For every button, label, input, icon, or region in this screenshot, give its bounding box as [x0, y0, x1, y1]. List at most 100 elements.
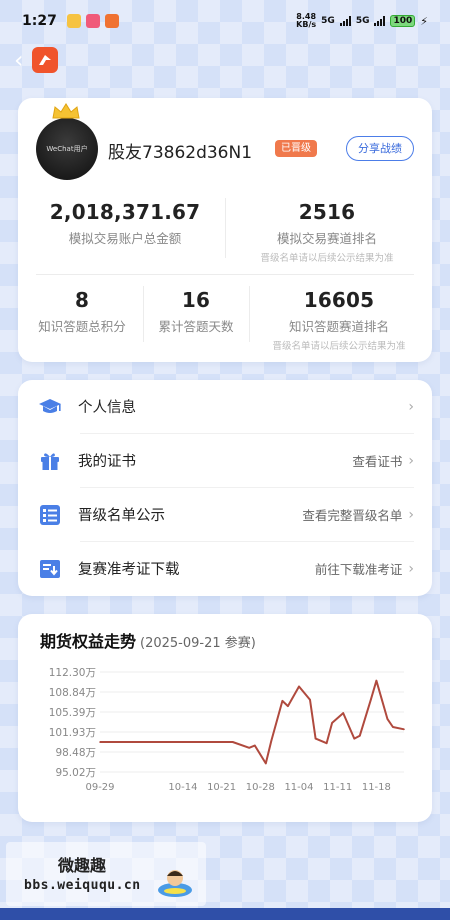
menu-item-label: 晋级名单公示	[78, 508, 165, 524]
menu-item-action: 前往下载准考证	[314, 562, 403, 577]
series-line	[100, 679, 405, 765]
chevron-right-icon: ›	[408, 398, 414, 415]
data-point	[375, 679, 378, 682]
system-status: 8.48 KB/s 5G 5G 100 ⚡	[296, 13, 428, 29]
trading-rank-note: 晋级名单请以后续公示结果为准	[260, 253, 394, 264]
list-icon	[38, 503, 62, 527]
data-point	[353, 737, 356, 740]
watermark-title: 微趣趣	[58, 856, 107, 875]
data-point	[132, 741, 134, 743]
total-assets-stat: 2,018,371.67 模拟交易账户总金额	[28, 200, 222, 247]
network-speed: 8.48 KB/s	[296, 13, 316, 29]
quiz-days-value: 16	[181, 288, 211, 312]
data-point	[231, 741, 234, 743]
x-tick-label: 11-04	[284, 782, 313, 793]
y-tick-label: 112.30万	[49, 667, 96, 679]
quiz-rank-note: 晋级名单请以后续公示结果为准	[272, 341, 406, 352]
quiz-days-stat: 16 累计答题天数	[144, 288, 248, 335]
y-tick-label: 101.93万	[49, 727, 96, 739]
data-point	[386, 718, 389, 720]
download-icon	[38, 557, 62, 581]
notification-icons	[66, 14, 119, 28]
menu-card: 个人信息 › 我的证书 查看证书 › 晋级名单公示 查看完整晋级名单 › 复赛准…	[18, 380, 432, 596]
menu-item-certificate[interactable]: 我的证书 查看证书 ›	[18, 434, 432, 487]
equity-chart-card: 期货权益走势 (2025-09-21 参赛) 112.30万 108.84万 105.…	[18, 614, 432, 822]
data-point	[392, 726, 394, 728]
trading-rank-stat: 2516 模拟交易赛道排名 晋级名单请以后续公示结果为准	[228, 200, 426, 264]
crown-icon	[52, 103, 80, 119]
data-point	[165, 741, 168, 743]
menu-item-admission-download[interactable]: 复赛准考证下载 前往下载准考证 ›	[18, 542, 432, 595]
menu-item-promotion-list[interactable]: 晋级名单公示 查看完整晋级名单 ›	[18, 488, 432, 541]
divider	[249, 286, 250, 342]
menu-item-action: 查看证书	[352, 454, 403, 469]
data-point	[115, 741, 118, 743]
divider	[225, 198, 226, 258]
quiz-points-label: 知识答题总积分	[38, 319, 126, 334]
status-bar: 1:27 8.48 KB/s 5G 5G 100 ⚡	[0, 0, 450, 42]
data-point	[215, 741, 217, 743]
data-point	[148, 741, 151, 743]
data-point	[248, 747, 251, 749]
data-point	[403, 728, 405, 731]
divider	[36, 274, 414, 275]
data-point	[287, 705, 289, 707]
profile-card: WeChat用户 股友73862d36N1 已晋级 分享战绩 2,018,371…	[18, 98, 432, 362]
y-tick-label: 95.02万	[55, 767, 96, 779]
total-assets-value: 2,018,371.67	[49, 200, 201, 224]
avatar-wrap: WeChat用户	[36, 103, 98, 180]
chart-subtitle: (2025-09-21 参赛)	[140, 636, 256, 651]
bottom-bar	[0, 908, 450, 920]
mascot-icon	[158, 870, 192, 897]
total-assets-label: 模拟交易账户总金额	[68, 231, 182, 246]
data-point	[309, 698, 311, 701]
username: 股友73862d36N1	[108, 143, 253, 163]
back-icon[interactable]: ‹	[14, 46, 24, 74]
network-speed-unit: KB/s	[296, 20, 317, 29]
equity-chart: 112.30万 108.84万 105.39万 101.93万 98.48万 95.02万…	[49, 667, 405, 793]
quiz-points-stat: 8 知识答题总积分	[28, 288, 136, 335]
trading-rank-value: 2516	[298, 200, 356, 224]
watermark-url: bbs.weiququ.cn	[24, 878, 141, 893]
data-point	[198, 741, 201, 743]
x-tick-label: 10-28	[246, 782, 275, 793]
quiz-rank-label: 知识答题赛道排名	[288, 319, 389, 334]
menu-item-label: 个人信息	[78, 400, 136, 416]
signal-icon	[374, 16, 386, 26]
data-point	[99, 741, 101, 743]
data-point	[253, 744, 256, 747]
x-tick-label: 11-18	[362, 782, 391, 793]
chevron-right-icon: ›	[408, 560, 414, 577]
y-tick-label: 105.39万	[49, 707, 96, 719]
data-point	[325, 742, 328, 744]
avatar-text: WeChat用户	[46, 145, 88, 153]
menu-item-action: 查看完整晋级名单	[302, 508, 403, 523]
data-point	[182, 741, 184, 743]
top-nav: ‹	[14, 46, 58, 74]
chart-title: 期货权益走势 (2025-09-21 参赛)	[40, 628, 256, 652]
notes-app-icon	[66, 14, 81, 28]
avatar[interactable]: WeChat用户	[36, 118, 98, 180]
data-point	[270, 740, 273, 742]
signal-icon	[339, 16, 351, 26]
menu-item-personal-info[interactable]: 个人信息 ›	[18, 380, 432, 433]
chart-title-text: 期货权益走势	[40, 632, 137, 651]
graduation-cap-icon	[38, 395, 62, 419]
data-point	[342, 712, 345, 714]
y-tick-label: 108.84万	[49, 687, 96, 699]
chevron-right-icon: ›	[408, 506, 414, 523]
battery-icon: 100	[390, 15, 416, 27]
quiz-days-label: 累计答题天数	[158, 319, 234, 334]
x-tick-label: 09-29	[85, 782, 114, 793]
signal-label-1: 5G	[321, 16, 335, 26]
app-logo-icon	[31, 47, 58, 73]
data-point	[281, 700, 284, 702]
shopping-app-icon	[85, 14, 100, 28]
share-button[interactable]: 分享战绩	[346, 136, 414, 161]
menu-item-label: 复赛准考证下载	[78, 562, 180, 578]
data-point	[314, 737, 317, 740]
data-point	[370, 698, 372, 701]
y-tick-label: 98.48万	[55, 747, 96, 759]
quiz-rank-stat: 16605 知识答题赛道排名 晋级名单请以后续公示结果为准	[252, 288, 426, 352]
data-point	[298, 685, 300, 688]
